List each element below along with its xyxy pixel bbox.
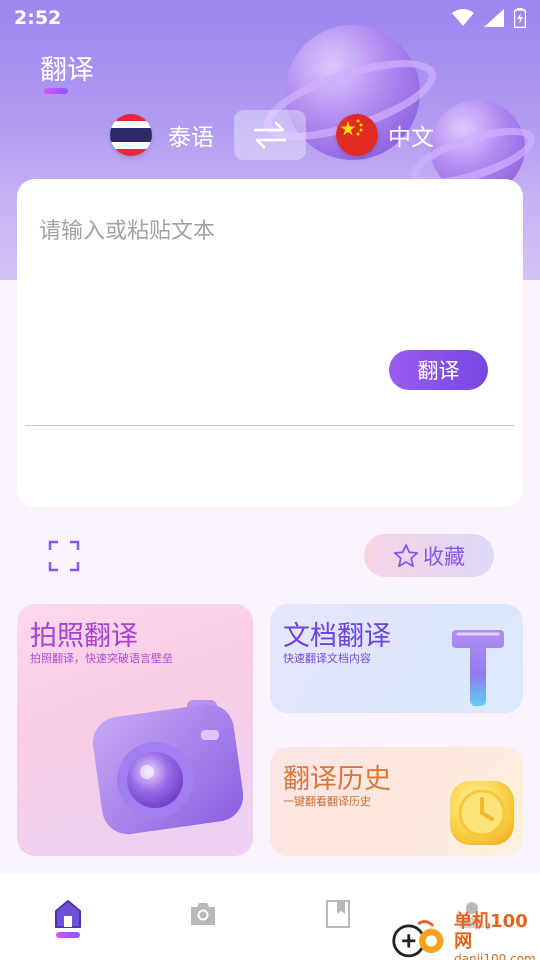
divider (25, 425, 515, 426)
star-icon (393, 543, 419, 567)
battery-icon (514, 8, 526, 28)
camera-3d-icon (92, 700, 244, 835)
watermark-text: 单机100网 danji100.com (454, 912, 540, 960)
nav-home[interactable] (52, 898, 84, 934)
watermark-sub-text: danji100.com (454, 952, 536, 960)
photo-translate-subtitle: 拍照翻译，快速突破语言壁垒 (30, 652, 173, 665)
camera-icon (191, 903, 215, 925)
translate-button[interactable]: 翻译 (389, 350, 488, 390)
document-translate-title: 文档翻译 (283, 621, 391, 652)
clock-3d-icon (450, 781, 514, 845)
bookmark-icon (326, 900, 350, 928)
swap-languages-button[interactable] (234, 110, 306, 160)
status-bar: 2:52 (0, 0, 540, 36)
target-language-button[interactable]: 中文 (336, 114, 434, 156)
title-underline (44, 88, 68, 94)
thailand-flag-icon (110, 114, 152, 156)
nav-active-indicator (56, 932, 80, 938)
document-translate-card[interactable]: 文档翻译 快速翻译文档内容 (270, 604, 523, 713)
letter-t-3d-icon (452, 630, 504, 706)
favorite-button[interactable]: 收藏 (364, 534, 494, 577)
watermark-logo-icon (392, 920, 444, 958)
language-selector: 泰语 中文 (0, 110, 540, 162)
photo-translate-card[interactable]: 拍照翻译 拍照翻译，快速突破语言壁垒 (17, 604, 253, 856)
signal-icon (484, 9, 504, 27)
source-language-button[interactable]: 泰语 (110, 114, 214, 156)
site-watermark: 单机100网 danji100.com (390, 912, 540, 960)
page-title: 翻译 (40, 55, 94, 86)
scan-button[interactable] (48, 540, 80, 572)
source-language-label: 泰语 (168, 125, 214, 151)
scan-frame-icon (48, 540, 80, 572)
home-icon (55, 900, 81, 928)
translation-history-title: 翻译历史 (283, 764, 391, 795)
translation-input-card: 翻译 (17, 179, 523, 507)
translation-history-subtitle: 一键翻看翻译历史 (283, 795, 371, 808)
status-icons (452, 8, 526, 28)
text-input[interactable] (39, 213, 499, 333)
nav-bookmark[interactable] (322, 898, 354, 934)
swap-icon (253, 121, 287, 149)
photo-translate-title: 拍照翻译 (30, 621, 138, 652)
favorite-label: 收藏 (423, 544, 465, 569)
target-language-label: 中文 (388, 125, 434, 151)
watermark-main-text: 单机100网 (454, 911, 528, 952)
nav-camera[interactable] (187, 898, 219, 934)
wifi-icon (452, 9, 474, 26)
status-time: 2:52 (14, 7, 62, 29)
document-translate-subtitle: 快速翻译文档内容 (283, 652, 371, 665)
translation-history-card[interactable]: 翻译历史 一键翻看翻译历史 (270, 747, 523, 856)
china-flag-icon (336, 114, 378, 156)
